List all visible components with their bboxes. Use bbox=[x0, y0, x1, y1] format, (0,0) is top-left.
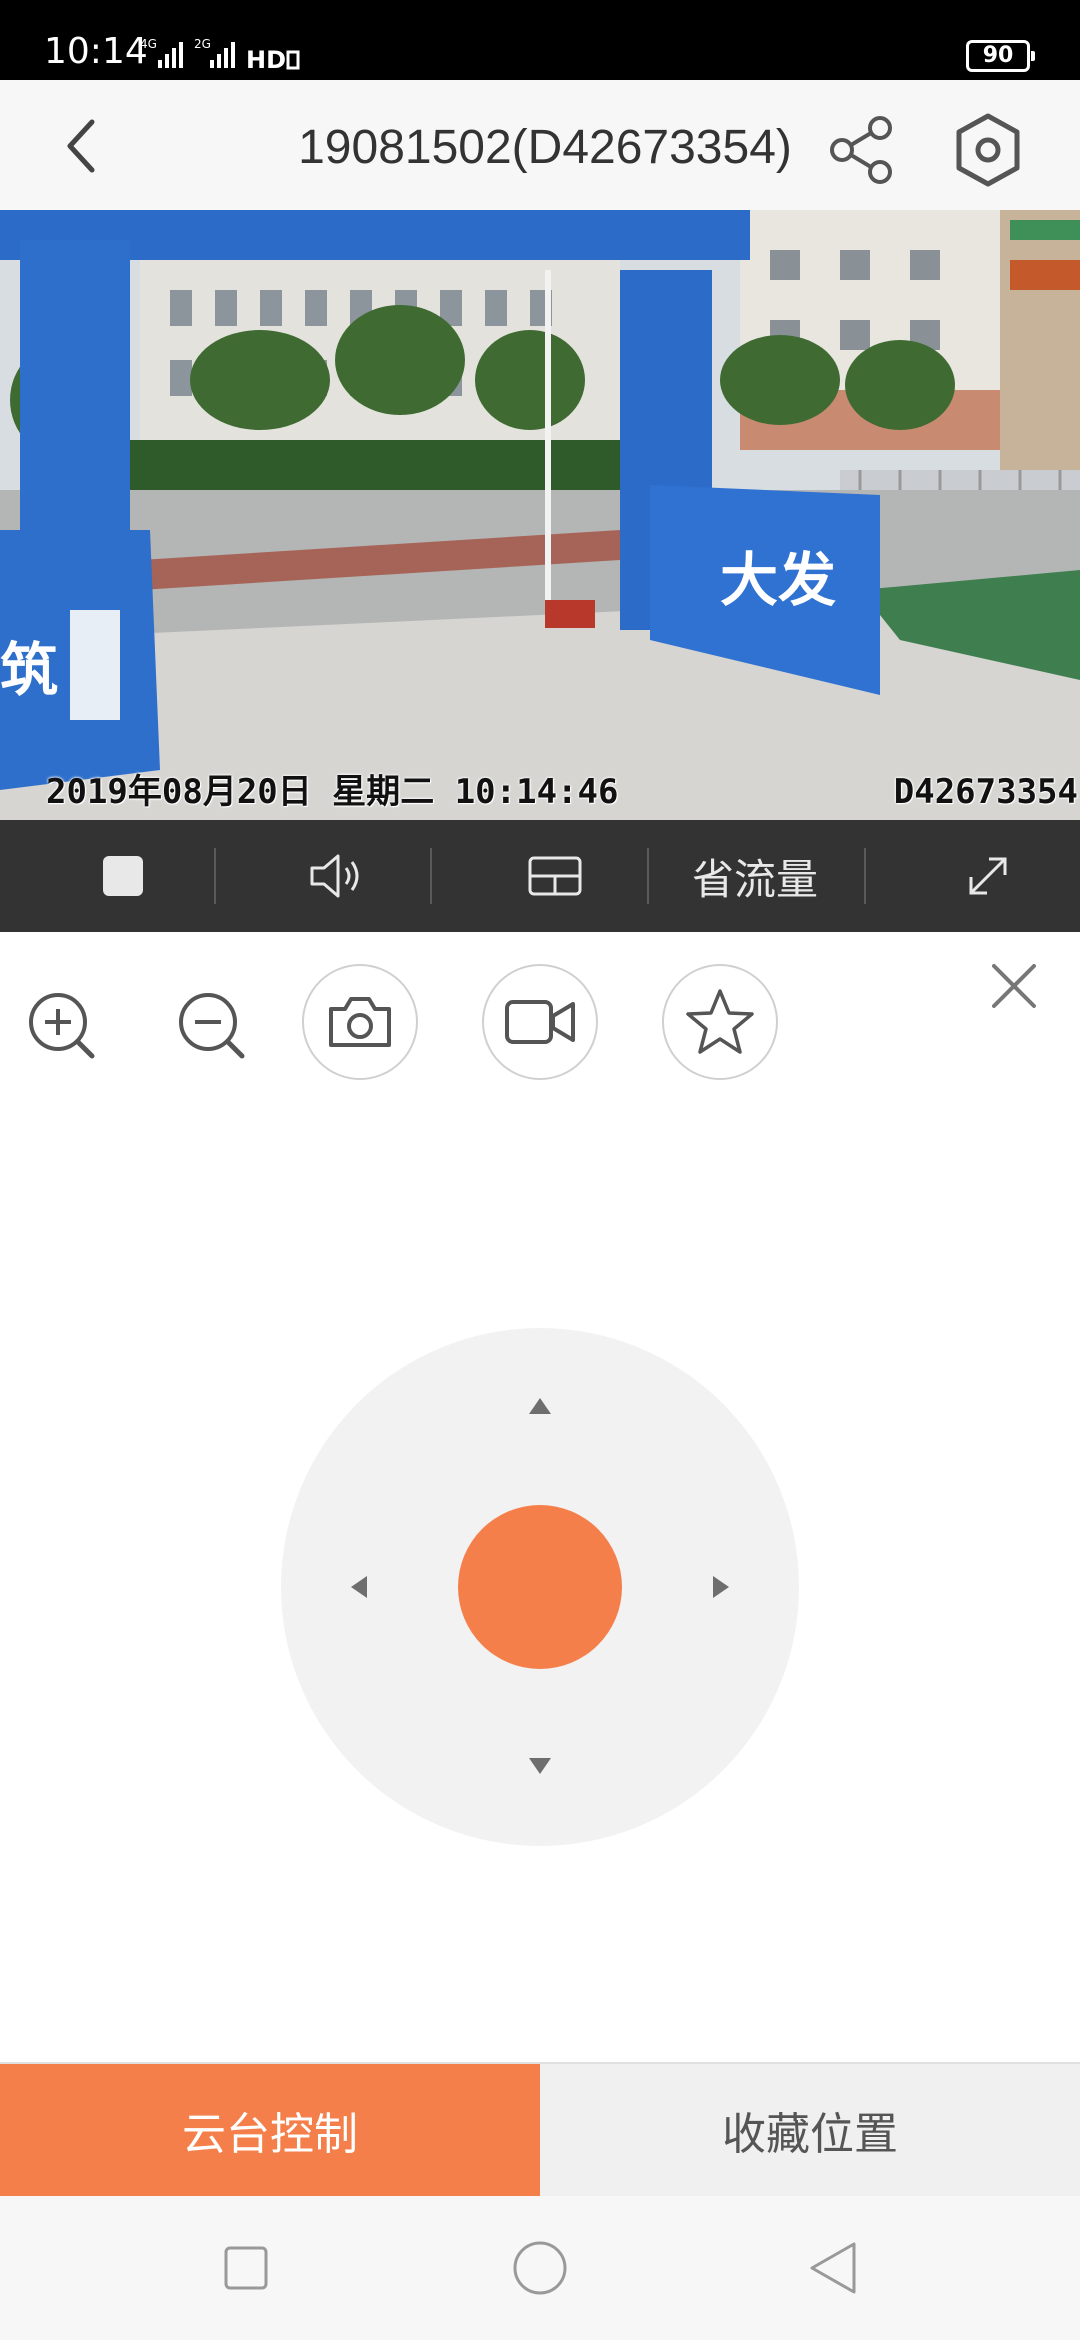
page-title: 19081502(D42673354) bbox=[298, 121, 792, 174]
recent-apps-icon[interactable] bbox=[214, 2236, 278, 2300]
ptz-joystick-knob[interactable] bbox=[458, 1505, 622, 1669]
split-screen-icon bbox=[528, 856, 581, 896]
snapshot-button[interactable] bbox=[302, 964, 418, 1080]
gear-icon[interactable] bbox=[948, 110, 1028, 190]
video-osd: 2019年08月20日 星期二 10:14:46 D42673354 bbox=[46, 772, 1080, 812]
svg-text:4G: 4G bbox=[140, 37, 157, 51]
osd-device-id: D42673354 bbox=[893, 772, 1078, 812]
tab-label: 收藏位置 bbox=[722, 2109, 898, 2160]
sign-text: 大发 bbox=[720, 546, 836, 614]
zoom-out-icon[interactable] bbox=[176, 990, 250, 1064]
tab-label: 云台控制 bbox=[182, 2109, 358, 2160]
video-toolbar: 省流量 bbox=[0, 820, 1080, 932]
ptz-right-arrow-icon[interactable] bbox=[713, 1576, 729, 1598]
ptz-down-arrow-icon[interactable] bbox=[529, 1758, 551, 1774]
tab-favorite-positions[interactable]: 收藏位置 bbox=[540, 2064, 1080, 2196]
system-nav-bar bbox=[0, 2196, 1080, 2340]
battery-indicator: 90 bbox=[966, 40, 1035, 72]
video-player[interactable]: 大发 筑 2019年08月20日 星期二 10:14:46 D42673354 bbox=[0, 210, 1080, 820]
svg-text:HD: HD bbox=[246, 46, 286, 74]
status-bar: 10:14 4G 2G HD 90 bbox=[0, 0, 1080, 80]
stop-button[interactable] bbox=[50, 820, 195, 932]
record-button[interactable] bbox=[482, 964, 598, 1080]
toolbar-divider bbox=[647, 848, 649, 904]
ptz-up-arrow-icon[interactable] bbox=[529, 1398, 551, 1414]
camera-icon bbox=[329, 997, 391, 1047]
expand-icon bbox=[969, 857, 1006, 895]
network-signal-icon: 4G 2G HD bbox=[140, 37, 300, 74]
layout-button[interactable] bbox=[482, 820, 627, 932]
zoom-in-icon[interactable] bbox=[26, 990, 100, 1064]
status-time: 10:14 bbox=[44, 31, 148, 72]
home-icon[interactable] bbox=[508, 2236, 572, 2300]
star-icon bbox=[686, 989, 754, 1054]
toolbar-divider bbox=[864, 848, 866, 904]
toolbar-divider bbox=[214, 848, 216, 904]
back-icon[interactable] bbox=[52, 114, 116, 178]
fullscreen-button[interactable] bbox=[915, 820, 1060, 932]
ptz-direction-pad[interactable] bbox=[281, 1328, 799, 1846]
control-actions bbox=[0, 932, 1080, 1132]
back-nav-icon[interactable] bbox=[802, 2236, 866, 2300]
app-bar: 19081502(D42673354) bbox=[0, 80, 1080, 210]
favorite-button[interactable] bbox=[662, 964, 778, 1080]
tab-ptz-control[interactable]: 云台控制 bbox=[0, 2064, 540, 2196]
share-icon[interactable] bbox=[822, 110, 902, 190]
osd-datetime: 2019年08月20日 星期二 10:14:46 bbox=[46, 772, 619, 812]
camera-feed-image: 大发 筑 bbox=[0, 210, 1080, 820]
toolbar-divider bbox=[430, 848, 432, 904]
stop-icon bbox=[102, 856, 143, 896]
ptz-left-arrow-icon[interactable] bbox=[351, 1576, 367, 1598]
bottom-tabs: 云台控制 收藏位置 bbox=[0, 2062, 1080, 2196]
sign-left-text: 筑 bbox=[0, 636, 58, 704]
volume-button[interactable] bbox=[265, 820, 410, 932]
close-icon[interactable] bbox=[990, 962, 1038, 1010]
save-traffic-label: 省流量 bbox=[691, 854, 818, 904]
video-camera-icon bbox=[505, 1000, 575, 1044]
svg-text:2G: 2G bbox=[194, 37, 211, 51]
save-traffic-button[interactable]: 省流量 bbox=[665, 820, 845, 932]
speaker-icon bbox=[310, 854, 358, 898]
